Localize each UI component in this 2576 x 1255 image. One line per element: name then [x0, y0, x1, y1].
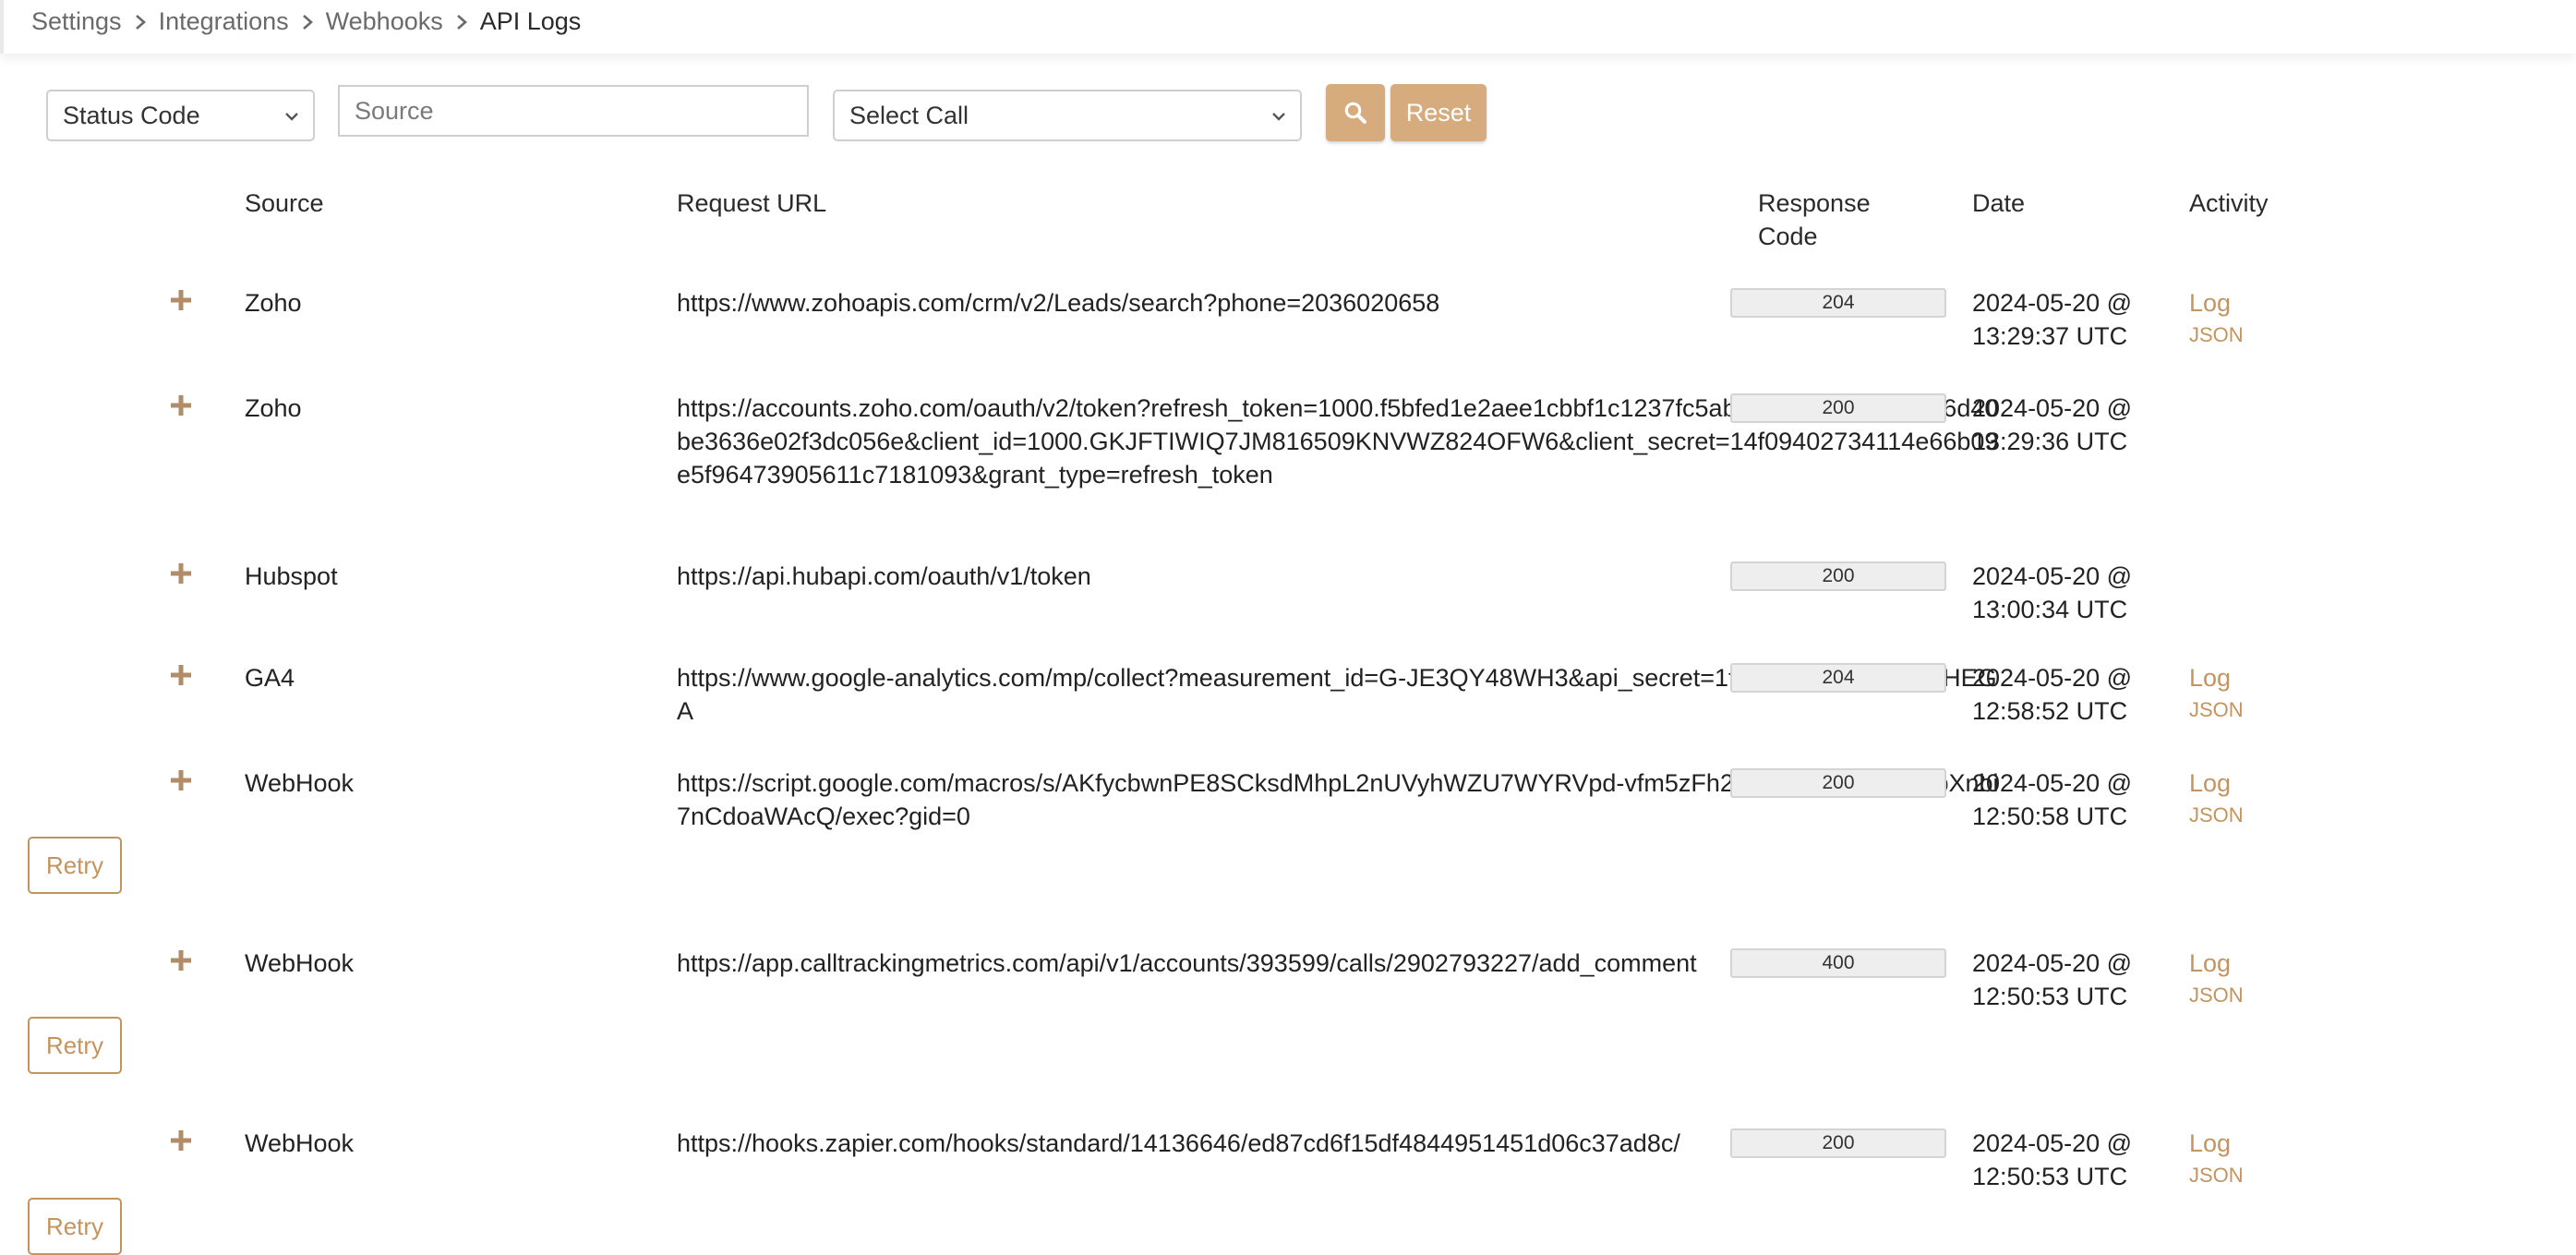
row-date-day: 2024-05-20 @	[1972, 769, 2133, 797]
retry-button[interactable]: Retry	[28, 1017, 122, 1074]
log-link[interactable]: Log	[2189, 286, 2231, 320]
reset-button[interactable]: Reset	[1390, 84, 1487, 141]
row-source: WebHook	[245, 949, 355, 977]
row-source: WebHook	[245, 1129, 355, 1157]
select-call-select-value: Select Call	[849, 101, 969, 129]
log-link[interactable]: Log	[2189, 766, 2231, 800]
row-date-time: 13:29:36 UTC	[1972, 428, 2128, 455]
row-date-time: 13:29:37 UTC	[1972, 322, 2128, 350]
source-input[interactable]: Source	[338, 85, 809, 137]
breadcrumb-integrations[interactable]: Integrations	[159, 7, 289, 36]
row-date: 2024-05-20 @ 12:50:53 UTC	[1972, 1127, 2157, 1193]
plus-icon[interactable]	[170, 949, 192, 971]
filter-bar: Status Code Source Select Call Reset	[0, 83, 2576, 148]
response-code-badge: 200	[1730, 393, 1946, 423]
column-header-activity: Activity	[2189, 189, 2269, 217]
select-call-select[interactable]: Select Call	[833, 90, 1302, 141]
json-link[interactable]: JSON	[2189, 982, 2244, 1009]
column-header-response-code-line2: Code	[1758, 223, 1818, 250]
breadcrumb-bar: Settings Integrations Webhooks API Logs	[0, 0, 2576, 54]
json-link[interactable]: JSON	[2189, 321, 2244, 349]
row-date-day: 2024-05-20 @	[1972, 394, 2133, 422]
row-date: 2024-05-20 @ 13:29:36 UTC	[1972, 392, 2157, 458]
breadcrumb-webhooks[interactable]: Webhooks	[326, 7, 443, 36]
json-link[interactable]: JSON	[2189, 696, 2244, 724]
response-code-badge: 204	[1730, 288, 1946, 318]
chevron-right-icon	[122, 9, 159, 35]
row-date-time: 12:50:58 UTC	[1972, 802, 2128, 830]
response-code-badge: 400	[1730, 948, 1946, 978]
row-date: 2024-05-20 @ 13:00:34 UTC	[1972, 560, 2157, 626]
row-date-time: 12:50:53 UTC	[1972, 1163, 2128, 1190]
column-header-response-code: Response Code	[1758, 187, 1871, 253]
column-header-response-code-line1: Response	[1758, 189, 1871, 217]
row-source: WebHook	[245, 769, 355, 797]
plus-icon[interactable]	[170, 394, 192, 416]
row-date: 2024-05-20 @ 13:29:37 UTC	[1972, 286, 2157, 353]
row-date-day: 2024-05-20 @	[1972, 562, 2133, 590]
row-date-day: 2024-05-20 @	[1972, 289, 2133, 317]
plus-icon[interactable]	[170, 1129, 192, 1152]
response-code-badge: 200	[1730, 1128, 1946, 1158]
log-link[interactable]: Log	[2189, 661, 2231, 694]
chevron-right-icon	[289, 9, 326, 35]
row-source: Hubspot	[245, 562, 338, 590]
row-source: Zoho	[245, 289, 302, 317]
response-code-badge: 204	[1730, 663, 1946, 693]
plus-icon[interactable]	[170, 289, 192, 311]
row-source: GA4	[245, 664, 295, 692]
column-header-source: Source	[245, 189, 324, 217]
row-date-day: 2024-05-20 @	[1972, 1129, 2133, 1157]
response-code-badge: 200	[1730, 561, 1946, 591]
row-date: 2024-05-20 @ 12:58:52 UTC	[1972, 661, 2157, 728]
search-button[interactable]	[1326, 84, 1385, 141]
breadcrumb: Settings Integrations Webhooks API Logs	[31, 7, 581, 36]
column-header-date: Date	[1972, 189, 2026, 217]
row-source: Zoho	[245, 394, 302, 422]
log-link[interactable]: Log	[2189, 947, 2231, 980]
row-date: 2024-05-20 @ 12:50:53 UTC	[1972, 947, 2157, 1013]
response-code-badge: 200	[1730, 768, 1946, 798]
row-date-time: 12:50:53 UTC	[1972, 983, 2128, 1010]
row-date: 2024-05-20 @ 12:50:58 UTC	[1972, 766, 2157, 833]
plus-icon[interactable]	[170, 664, 192, 686]
status-code-select[interactable]: Status Code	[46, 90, 315, 141]
column-header-request-url: Request URL	[677, 189, 827, 217]
chevron-right-icon	[443, 9, 480, 35]
log-link[interactable]: Log	[2189, 1127, 2231, 1160]
status-code-select-value: Status Code	[63, 101, 200, 129]
json-link[interactable]: JSON	[2189, 802, 2244, 829]
search-icon	[1344, 102, 1366, 124]
retry-button[interactable]: Retry	[28, 837, 122, 894]
row-date-day: 2024-05-20 @	[1972, 664, 2133, 692]
retry-button[interactable]: Retry	[28, 1198, 122, 1255]
row-date-time: 12:58:52 UTC	[1972, 697, 2128, 725]
row-date-time: 13:00:34 UTC	[1972, 596, 2128, 623]
plus-icon[interactable]	[170, 769, 192, 791]
plus-icon[interactable]	[170, 562, 192, 585]
breadcrumb-api-logs: API Logs	[479, 7, 582, 35]
breadcrumb-settings[interactable]: Settings	[31, 7, 122, 36]
chevron-down-icon	[285, 113, 298, 121]
json-link[interactable]: JSON	[2189, 1162, 2244, 1189]
row-date-day: 2024-05-20 @	[1972, 949, 2133, 977]
chevron-down-icon	[1272, 113, 1285, 121]
